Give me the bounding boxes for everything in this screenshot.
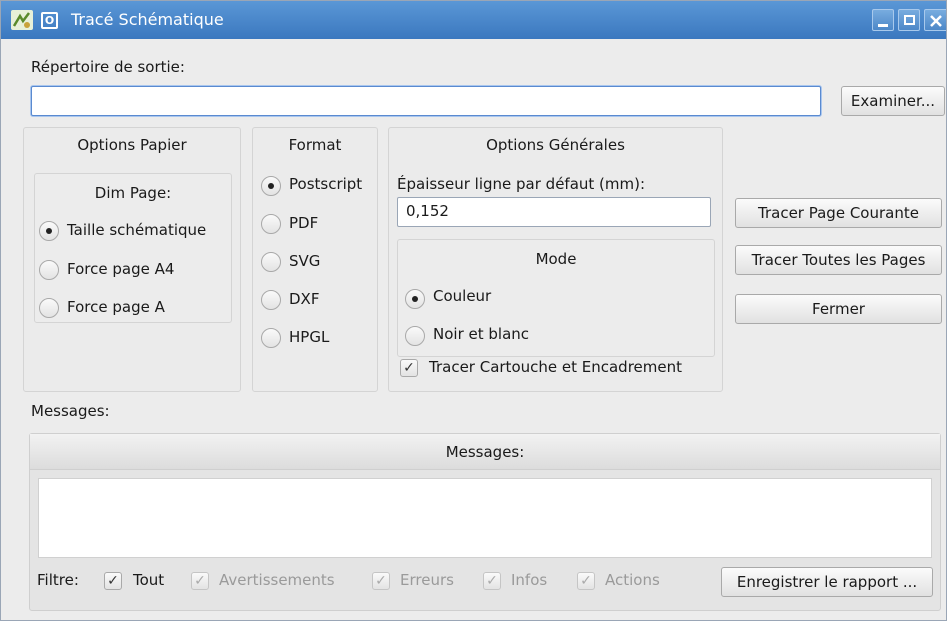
page-size-schematic-label: Taille schématique bbox=[67, 221, 207, 239]
maximize-button[interactable] bbox=[898, 9, 920, 31]
frame-reference-checkbox[interactable]: ✓ bbox=[400, 359, 418, 377]
plot-current-page-button[interactable]: Tracer Page Courante bbox=[735, 198, 942, 228]
output-dir-input[interactable] bbox=[31, 86, 821, 116]
messages-panel-header: Messages: bbox=[30, 434, 940, 470]
format-dxf-label: DXF bbox=[289, 290, 320, 308]
page-size-title: Dim Page: bbox=[94, 184, 172, 202]
mode-bw-label: Noir et blanc bbox=[433, 325, 530, 343]
mode-color-label: Couleur bbox=[433, 287, 492, 305]
plot-dialog-window: O Tracé Schématique Répertoire de sortie… bbox=[0, 0, 947, 621]
app-icon bbox=[11, 10, 33, 30]
filter-all-checkbox[interactable]: ✓ bbox=[104, 572, 122, 590]
radio-mode-bw[interactable] bbox=[405, 326, 425, 346]
page-size-a4-label: Force page A4 bbox=[67, 260, 175, 278]
general-options-title: Options Générales bbox=[486, 136, 625, 154]
format-postscript-label: Postscript bbox=[289, 175, 363, 193]
line-width-label: Épaisseur ligne par défaut (mm): bbox=[397, 175, 646, 193]
radio-format-postscript[interactable] bbox=[261, 176, 281, 196]
frame-reference-label: Tracer Cartouche et Encadrement bbox=[429, 358, 682, 376]
radio-page-size-a4[interactable] bbox=[39, 260, 59, 280]
minimize-button[interactable] bbox=[872, 9, 894, 31]
filter-actions-checkbox[interactable]: ✓ bbox=[577, 572, 595, 590]
format-title: Format bbox=[288, 136, 342, 154]
maximize-icon bbox=[904, 15, 915, 25]
filter-errors-checkbox[interactable]: ✓ bbox=[372, 572, 390, 590]
filter-actions-label: Actions bbox=[605, 571, 660, 589]
filter-errors-label: Erreurs bbox=[400, 571, 454, 589]
filter-all-label: Tout bbox=[133, 571, 165, 589]
format-svg-label: SVG bbox=[289, 252, 321, 270]
close-window-button[interactable] bbox=[924, 9, 946, 31]
filter-infos-label: Infos bbox=[511, 571, 548, 589]
format-hpgl-label: HPGL bbox=[289, 328, 330, 346]
plot-all-pages-button[interactable]: Tracer Toutes les Pages bbox=[735, 245, 942, 275]
save-report-button[interactable]: Enregistrer le rapport ... bbox=[721, 567, 933, 597]
minimize-icon bbox=[878, 24, 888, 27]
radio-format-dxf[interactable] bbox=[261, 290, 281, 310]
close-icon bbox=[930, 15, 942, 27]
radio-format-pdf[interactable] bbox=[261, 214, 281, 234]
paper-options-title: Options Papier bbox=[77, 136, 187, 154]
messages-label: Messages: bbox=[31, 402, 110, 420]
browse-button[interactable]: Examiner... bbox=[841, 86, 945, 116]
filter-label: Filtre: bbox=[37, 571, 79, 589]
title-bar[interactable]: O Tracé Schématique bbox=[1, 1, 946, 39]
mode-title: Mode bbox=[535, 250, 577, 268]
page-size-a-label: Force page A bbox=[67, 298, 165, 316]
radio-page-size-a[interactable] bbox=[39, 298, 59, 318]
filter-warnings-label: Avertissements bbox=[219, 571, 335, 589]
radio-format-hpgl[interactable] bbox=[261, 328, 281, 348]
filter-warnings-checkbox[interactable]: ✓ bbox=[191, 572, 209, 590]
window-title: Tracé Schématique bbox=[71, 10, 224, 29]
line-width-input[interactable]: 0,152 bbox=[397, 197, 711, 227]
filter-infos-checkbox[interactable]: ✓ bbox=[483, 572, 501, 590]
output-dir-label: Répertoire de sortie: bbox=[31, 58, 185, 76]
window-menu-button[interactable]: O bbox=[41, 12, 58, 29]
radio-mode-color[interactable] bbox=[405, 289, 425, 309]
radio-page-size-schematic[interactable] bbox=[39, 221, 59, 241]
format-pdf-label: PDF bbox=[289, 214, 319, 232]
messages-text-area[interactable] bbox=[38, 478, 932, 558]
radio-format-svg[interactable] bbox=[261, 252, 281, 272]
close-button[interactable]: Fermer bbox=[735, 294, 942, 324]
